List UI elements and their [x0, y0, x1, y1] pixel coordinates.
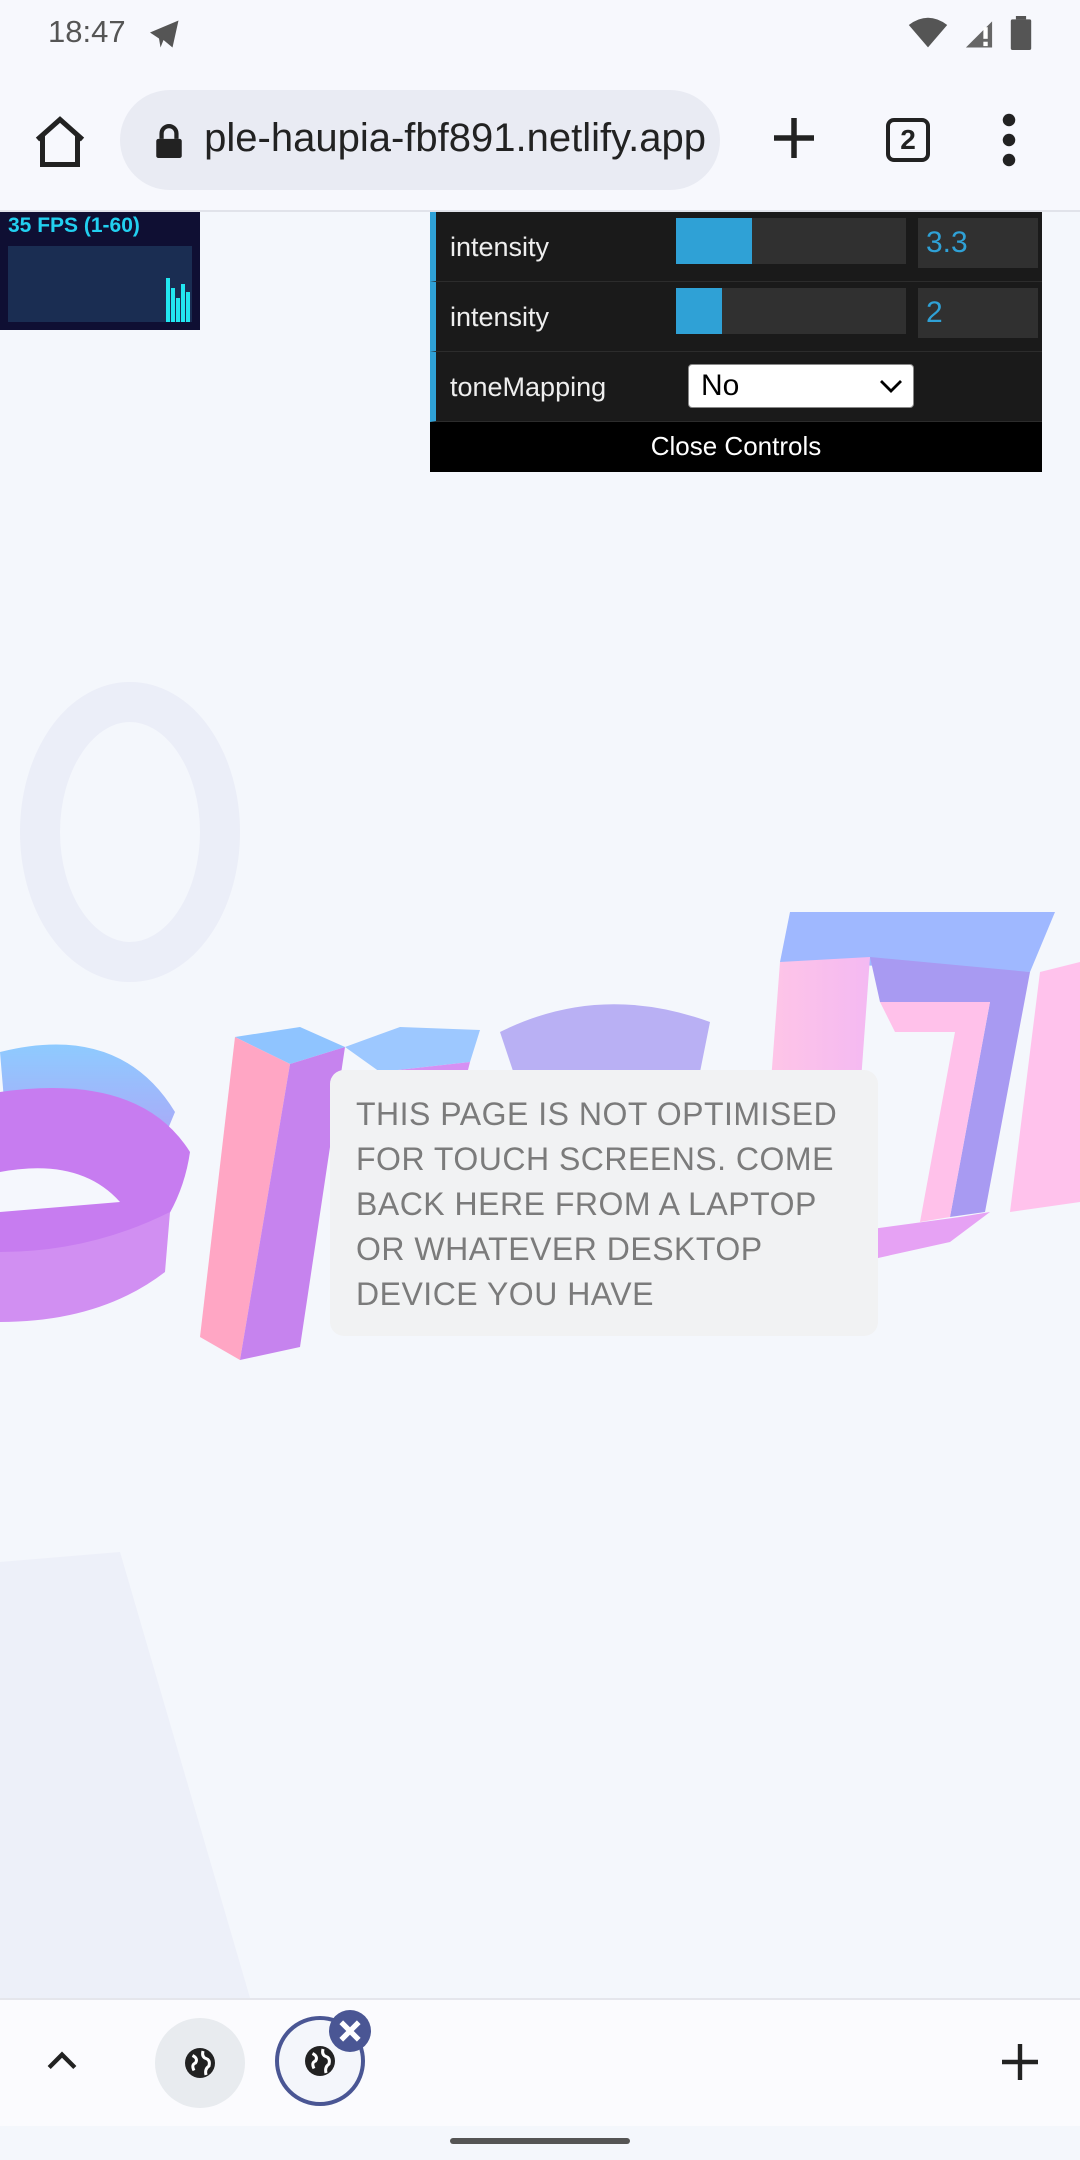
status-bar: 18:47 — [0, 0, 1080, 72]
fps-label: 35 FPS (1-60) — [8, 214, 140, 237]
intensity-slider-2[interactable] — [676, 288, 906, 334]
tab-strip — [0, 1998, 1080, 2126]
touch-screen-notice: THIS PAGE IS NOT OPTIMISED FOR TOUCH SCR… — [330, 1070, 878, 1336]
status-icons — [908, 16, 1032, 55]
intensity-slider-1[interactable] — [676, 218, 906, 264]
tab-switcher-button[interactable]: 2 — [886, 118, 930, 162]
intensity-control-2: intensity 2 — [430, 282, 1042, 352]
web-page: 35 FPS (1-60) intensity 3.3 intensity 2 … — [0, 212, 1080, 1998]
lock-icon — [154, 124, 184, 163]
slider-fill — [676, 218, 752, 264]
status-time: 18:47 — [48, 14, 126, 49]
controls-panel: intensity 3.3 intensity 2 toneMapping No… — [430, 212, 1042, 472]
plus-icon — [774, 118, 814, 158]
add-tab-button[interactable] — [996, 2038, 1044, 2086]
browser-toolbar: ple-haupia-fbf891.netlify.app 2 — [0, 72, 1080, 212]
url-text: ple-haupia-fbf891.netlify.app — [206, 116, 706, 160]
tab-1[interactable] — [155, 2018, 245, 2108]
plus-icon — [1002, 2044, 1038, 2080]
battery-icon — [1010, 16, 1032, 55]
more-vert-icon — [1002, 113, 1016, 167]
close-icon — [339, 2020, 361, 2042]
new-tab-button[interactable] — [764, 108, 824, 168]
control-label: toneMapping — [450, 372, 607, 402]
intensity-input-1[interactable]: 3.3 — [918, 218, 1038, 268]
tone-mapping-control: toneMapping No — [430, 352, 1042, 422]
chevron-down-icon — [880, 380, 902, 393]
select-value: No — [701, 369, 740, 402]
fps-graph — [8, 246, 192, 322]
fps-stats-panel[interactable]: 35 FPS (1-60) — [0, 212, 200, 330]
control-label: intensity — [450, 232, 550, 262]
control-label: intensity — [450, 302, 550, 332]
tone-mapping-select[interactable]: No — [688, 364, 914, 408]
intensity-input-2[interactable]: 2 — [918, 288, 1038, 338]
slider-fill — [676, 288, 722, 334]
wifi-icon — [908, 17, 948, 54]
telegram-icon — [146, 16, 184, 57]
close-tab-button[interactable] — [329, 2010, 371, 2052]
globe-icon — [185, 2048, 215, 2078]
expand-tabs-button[interactable] — [40, 2040, 84, 2084]
intensity-control-1: intensity 3.3 — [430, 212, 1042, 282]
signal-icon — [962, 17, 996, 54]
gesture-nav-handle[interactable] — [450, 2138, 630, 2144]
overflow-menu-button[interactable] — [994, 110, 1024, 170]
chevron-up-icon — [47, 2051, 77, 2070]
notice-text: THIS PAGE IS NOT OPTIMISED FOR TOUCH SCR… — [356, 1096, 838, 1312]
close-controls-button[interactable]: Close Controls — [430, 422, 1042, 472]
address-bar[interactable]: ple-haupia-fbf891.netlify.app — [120, 90, 720, 190]
home-button[interactable] — [30, 112, 90, 172]
home-icon — [35, 116, 85, 167]
